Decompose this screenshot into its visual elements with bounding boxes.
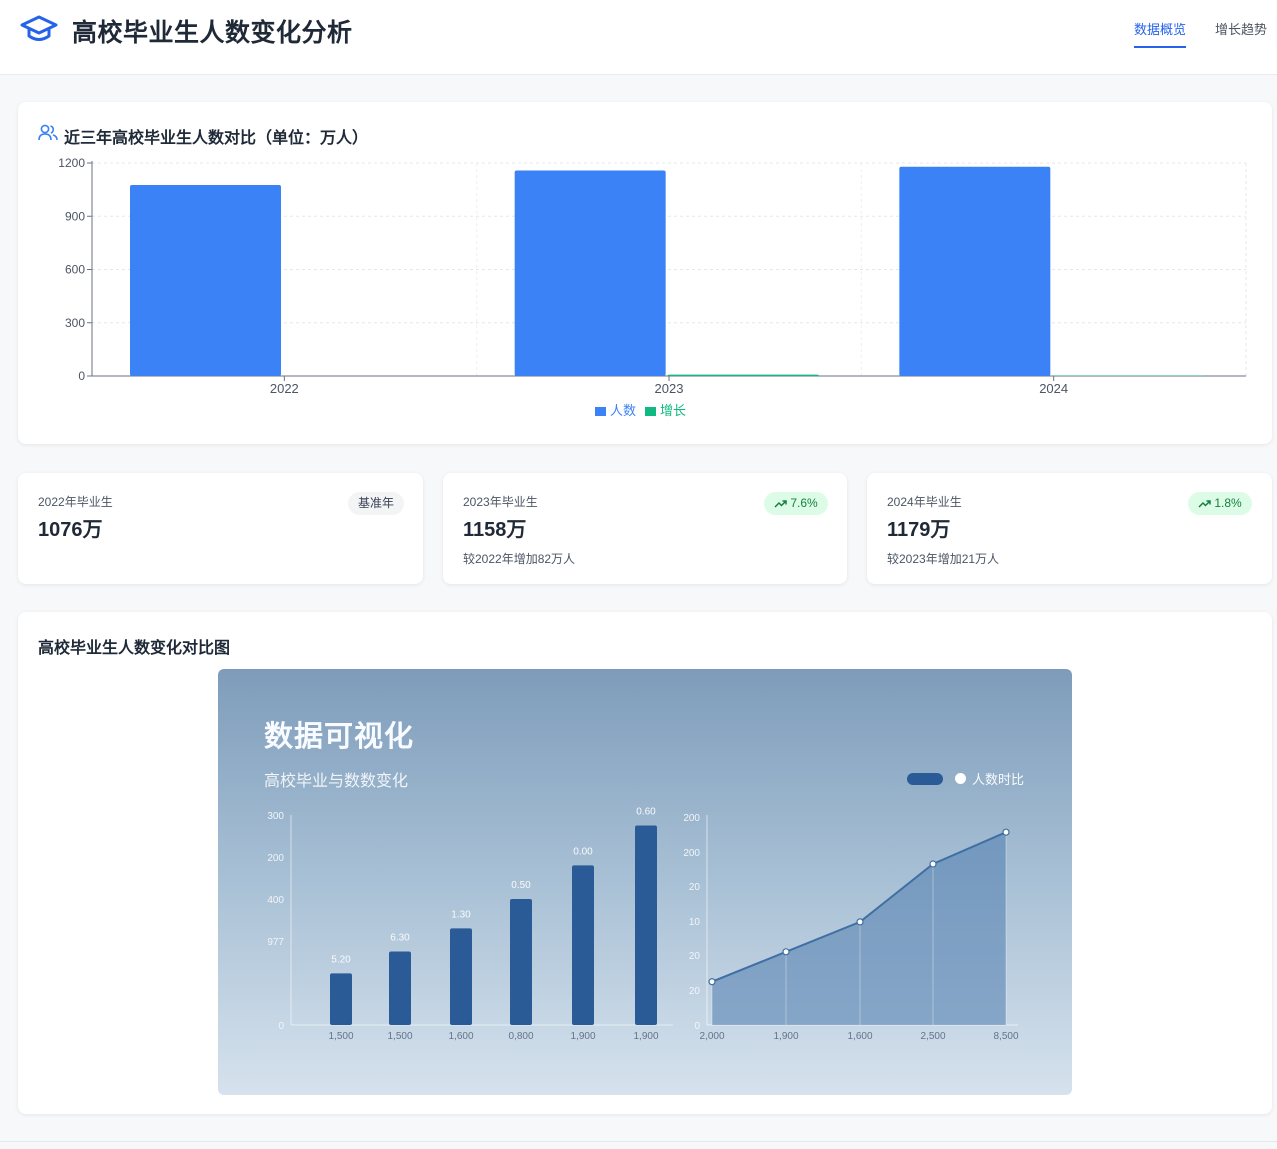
growth-value: 7.6% (790, 496, 818, 510)
stat-card-2024: 2024年毕业生 1179万 1.8% 较2023年增加21万人 (867, 473, 1272, 584)
stat-value: 1076万 (38, 519, 103, 541)
viz-y-tick-label: 977 (267, 937, 284, 948)
viz-area (712, 832, 1006, 1025)
viz-data-point (856, 918, 864, 926)
y-tick-label: 1200 (58, 156, 85, 170)
legend-label: 人数 (610, 403, 636, 418)
viz-x-tick-label: 1,900 (773, 1031, 798, 1042)
viz-y-tick-label: 200 (683, 813, 700, 824)
app-header: 高校毕业生人数变化分析 数据概览 增长趋势 (0, 0, 1277, 75)
viz-x-tick-label: 1,500 (328, 1031, 353, 1042)
y-tick-label: 0 (78, 369, 85, 383)
graduation-cap-icon (20, 15, 58, 41)
growth-badge: 7.6% (764, 492, 828, 515)
viz-y-tick-label: 20 (689, 986, 701, 997)
growth-badge: 1.8% (1188, 492, 1252, 515)
viz-x-tick-label: 1,900 (633, 1031, 658, 1042)
stat-card-2022: 2022年毕业生 1076万 基准年 (18, 473, 423, 584)
viz-x-tick-label: 8,500 (993, 1031, 1018, 1042)
viz-y-tick-label: 300 (267, 811, 284, 822)
y-tick-label: 900 (65, 209, 85, 223)
y-tick-label: 300 (65, 316, 85, 330)
trending-up-icon (1198, 500, 1211, 508)
bar-graduates (514, 170, 666, 376)
x-tick-label: 2023 (655, 381, 684, 396)
viz-data-label: 0.60 (636, 807, 656, 818)
viz-y-tick-label: 0 (278, 1021, 284, 1032)
viz-y-tick-label: 400 (267, 895, 284, 906)
legend-swatch (645, 407, 656, 416)
trend-visualization-image: 数据可视化 高校毕业与数数变化 人数时比 09774002003005005.2… (218, 669, 1072, 1095)
viz-y-tick-label: 500 (267, 669, 284, 672)
tab-growth-trend[interactable]: 增长趋势 (1215, 19, 1267, 46)
stat-note: 较2022年增加82万人 (463, 552, 576, 566)
stat-value: 1158万 (463, 519, 527, 541)
stat-label: 2023年毕业生 (463, 495, 538, 509)
viz-data-label: 5.20 (331, 954, 351, 965)
viz-data-label: 6.30 (390, 933, 410, 944)
viz-bar (389, 951, 411, 1025)
comparison-chart-card: 近三年高校毕业生人数对比（单位：万人） 0 300 600 900 1200 2022 20… (18, 102, 1272, 444)
growth-value: 1.8% (1214, 496, 1242, 510)
viz-bar (450, 928, 472, 1025)
stat-value: 1179万 (887, 519, 951, 541)
viz-bar (510, 899, 532, 1025)
trending-up-icon (774, 500, 787, 508)
viz-data-point (1002, 828, 1010, 836)
viz-x-tick-label: 1,500 (387, 1031, 412, 1042)
footer-divider (0, 1141, 1277, 1142)
x-tick-label: 2022 (270, 381, 299, 396)
viz-data-label: 1.30 (451, 909, 471, 920)
viz-x-tick-label: 2,000 (699, 1031, 724, 1042)
viz-bar (572, 865, 594, 1025)
viz-y-tick-label: 200 (683, 848, 700, 859)
y-tick-label: 600 (65, 263, 85, 277)
stat-note: 较2023年增加21万人 (887, 552, 1000, 566)
viz-charts: 0 977 400 200 300 500 5.20 1,500 6.30 1,500 1.30 1,… (267, 669, 1019, 1042)
viz-y-tick-label: 20 (689, 882, 701, 893)
stat-label: 2024年毕业生 (887, 495, 962, 509)
viz-data-label: 0.00 (573, 846, 593, 857)
viz-x-tick-label: 1,600 (448, 1031, 473, 1042)
bar-growth (667, 374, 819, 376)
tab-data-overview[interactable]: 数据概览 (1134, 19, 1187, 48)
viz-bar (330, 973, 352, 1025)
viz-y-tick-label: 20 (689, 951, 701, 962)
viz-data-point (782, 948, 790, 956)
viz-x-tick-label: 1,900 (570, 1031, 595, 1042)
viz-data-point (708, 978, 716, 986)
viz-x-tick-label: 1,600 (847, 1031, 872, 1042)
trend-card-title: 高校毕业生人数变化对比图 (38, 640, 231, 657)
legend-label: 增长 (660, 403, 686, 418)
graduates-bar-chart: 0 300 600 900 1200 2022 2023 2024 人数 增长 (58, 156, 1247, 418)
viz-y-tick-label: 200 (267, 853, 284, 864)
trend-image-card: 高校毕业生人数变化对比图 数据可视化 高校毕业与数数变化 人数时比 0 977 40… (18, 612, 1272, 1114)
status-badge: 基准年 (348, 492, 405, 515)
viz-x-tick-label: 0,800 (508, 1031, 533, 1042)
viz-data-label: 0.50 (511, 880, 531, 891)
viz-y-tick-label: 10 (689, 917, 701, 928)
viz-x-tick-label: 2,500 (920, 1031, 945, 1042)
x-tick-label: 2024 (1039, 381, 1068, 396)
viz-bar (635, 825, 657, 1025)
legend-swatch (595, 407, 606, 416)
page-title: 高校毕业生人数变化分析 (72, 19, 353, 47)
bar-graduates (130, 185, 281, 376)
bar-graduates (899, 166, 1051, 376)
viz-data-point (929, 860, 937, 868)
stat-card-2023: 2023年毕业生 1158万 7.6% 较2022年增加82万人 (443, 473, 847, 584)
stat-label: 2022年毕业生 (38, 495, 113, 509)
